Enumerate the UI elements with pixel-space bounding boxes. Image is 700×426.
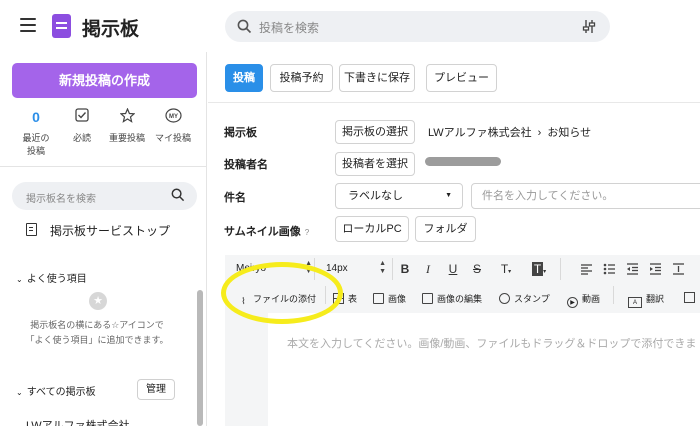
help-icon[interactable]: ? <box>305 228 309 237</box>
post-editor: 投稿 投稿予約 下書きに保存 プレビュー 掲示板 掲示板の選択 LWアルファ株式… <box>208 52 700 426</box>
insert-image-button[interactable]: 画像 <box>373 292 406 305</box>
favorites-hint: 掲示板名の横にある☆アイコンで 「よく使う項目」に追加できます。 <box>25 320 169 345</box>
highlight-annotation <box>221 262 343 324</box>
star-icon <box>119 107 135 123</box>
subject-input[interactable]: 件名を入力してください。 <box>471 183 700 209</box>
strikethrough-button[interactable]: S <box>470 262 484 276</box>
editor-gutter <box>225 313 268 426</box>
quick-link-must-read[interactable]: 必読 <box>59 108 105 145</box>
quick-link-my-posts[interactable]: MY マイ投稿 <box>150 108 196 145</box>
smile-icon <box>499 293 510 304</box>
local-pc-button[interactable]: ローカルPC <box>335 216 409 242</box>
star-icon: ★ <box>89 292 107 310</box>
quick-link-important[interactable]: 重要投稿 <box>104 107 150 145</box>
image-icon <box>373 293 384 304</box>
company-board-item[interactable]: LWアルファ株式会社 <box>26 418 130 426</box>
text-color-button[interactable]: T ▾ <box>528 262 550 279</box>
italic-button[interactable]: I <box>421 262 435 276</box>
more-tools-icon[interactable] <box>684 292 699 303</box>
image-edit-button[interactable]: 画像の編集 <box>422 292 482 305</box>
filter-icon[interactable] <box>582 19 596 34</box>
toolbar-separator <box>392 258 393 280</box>
underline-button[interactable]: U <box>446 262 460 276</box>
all-boards-section-toggle[interactable]: ⌄ すべての掲示板 <box>16 383 96 398</box>
document-icon <box>26 223 37 236</box>
quick-link-recent[interactable]: 0 最近の 投稿 <box>13 108 59 158</box>
translate-button[interactable]: A 翻訳 <box>628 292 664 308</box>
stamp-button[interactable]: スタンプ <box>499 292 550 305</box>
search-icon[interactable] <box>171 188 185 202</box>
thumbnail-label: サムネイル画像? <box>224 226 310 238</box>
post-button[interactable]: 投稿 <box>225 64 263 92</box>
image-edit-icon <box>422 293 433 304</box>
font-size-select[interactable]: 14px ▲ ▼ <box>326 260 386 278</box>
board-label: 掲示板 <box>224 127 257 139</box>
divider <box>208 102 700 103</box>
favorites-label: よく使う項目 <box>26 274 87 285</box>
quick-link-label: 必読 <box>72 133 91 143</box>
schedule-post-button[interactable]: 投稿予約 <box>270 64 333 92</box>
hamburger-icon[interactable] <box>20 18 36 32</box>
bullet-list-icon[interactable] <box>603 263 616 275</box>
toolbar-separator <box>560 258 561 280</box>
outdent-icon[interactable] <box>626 263 639 275</box>
check-icon <box>75 108 89 122</box>
my-icon: MY <box>164 108 182 123</box>
folder-button[interactable]: フォルダ <box>415 216 476 242</box>
author-select-button[interactable]: 投稿者を選択 <box>335 152 415 176</box>
sidebar-scrollbar[interactable] <box>197 290 203 426</box>
post-search-bar[interactable]: 投稿を検索 <box>225 11 610 42</box>
quick-link-label: 最近の 投稿 <box>22 133 50 156</box>
sidebar-divider <box>0 166 206 167</box>
svg-text:MY: MY <box>169 114 178 120</box>
toolbar-separator <box>613 286 614 304</box>
sidebar: 新規投稿の作成 0 最近の 投稿 必読 重要投稿 MY マイ投稿 掲示板名を検索 … <box>0 52 207 426</box>
insert-video-button[interactable]: ▶ 動画 <box>567 292 600 308</box>
manage-button[interactable]: 管理 <box>137 379 175 400</box>
text-style-button[interactable]: T▾ <box>496 262 516 279</box>
label-select[interactable]: ラベルなし ▼ <box>335 183 463 209</box>
recent-count: 0 <box>32 109 40 125</box>
chevron-down-icon: ⌄ <box>16 388 23 397</box>
board-breadcrumb: LWアルファ株式会社 › お知らせ <box>428 127 592 139</box>
stepper-icon: ▲ ▼ <box>379 260 386 275</box>
board-search-input[interactable]: 掲示板名を検索 <box>12 182 197 210</box>
board-search-placeholder: 掲示板名を検索 <box>26 194 96 205</box>
subject-label: 件名 <box>224 192 246 204</box>
redacted-author-name <box>425 157 501 166</box>
board-select-button[interactable]: 掲示板の選択 <box>335 120 415 144</box>
line-height-icon[interactable] <box>672 263 685 275</box>
align-left-icon[interactable] <box>580 263 593 275</box>
author-label: 投稿者名 <box>224 159 268 171</box>
app-header: 掲示板 投稿を検索 <box>0 0 700 52</box>
save-draft-button[interactable]: 下書きに保存 <box>339 64 415 92</box>
favorites-section-toggle[interactable]: ⌄ よく使う項目 <box>16 270 87 285</box>
caret-down-icon: ▼ <box>445 192 452 199</box>
chevron-down-icon: ⌄ <box>16 275 23 284</box>
board-logo-icon <box>52 14 71 38</box>
quick-link-label: マイ投稿 <box>154 133 191 143</box>
preview-button[interactable]: プレビュー <box>426 64 497 92</box>
play-icon: ▶ <box>567 297 578 308</box>
body-input[interactable]: 本文を入力してください。画像/動画、ファイルもドラッグ＆ドロップで添付できま <box>287 335 696 351</box>
search-icon <box>237 19 252 34</box>
quick-link-label: 重要投稿 <box>108 133 145 143</box>
all-boards-label: すべての掲示板 <box>26 387 96 398</box>
indent-icon[interactable] <box>649 263 662 275</box>
new-post-button[interactable]: 新規投稿の作成 <box>12 63 197 98</box>
bold-button[interactable]: B <box>398 262 412 276</box>
sidebar-item-label: 掲示板サービストップ <box>50 224 171 238</box>
translate-icon: A <box>628 297 642 308</box>
app-title: 掲示板 <box>82 19 140 40</box>
search-placeholder: 投稿を検索 <box>259 21 320 35</box>
